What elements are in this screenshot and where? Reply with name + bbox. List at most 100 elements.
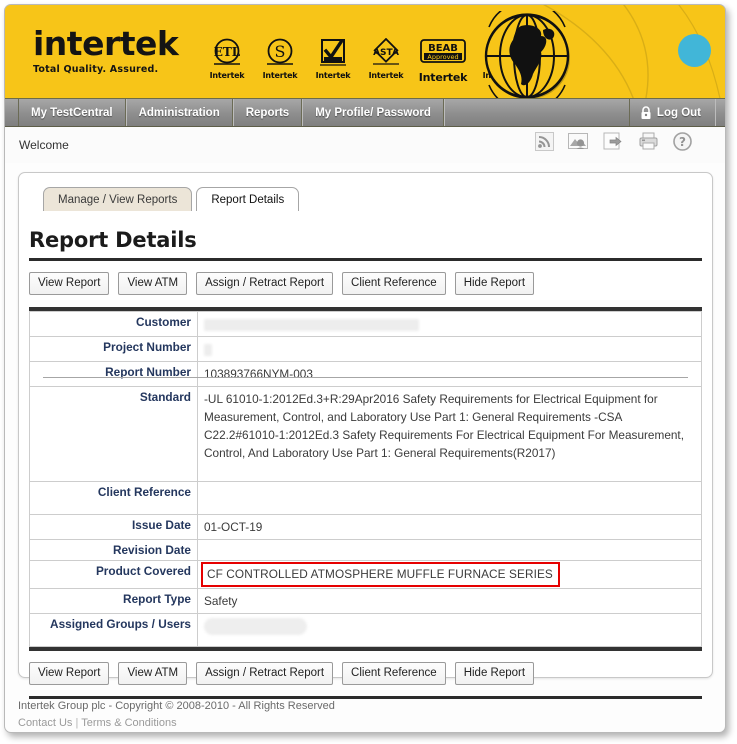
- contact-us-link[interactable]: Contact Us: [18, 717, 72, 729]
- label-assigned-groups-users: Assigned Groups / Users: [30, 614, 198, 647]
- footer-links: Contact Us | Terms & Conditions: [18, 715, 335, 732]
- view-report-button[interactable]: View Report: [29, 272, 109, 295]
- value-assigned-groups-users: [198, 614, 702, 647]
- site-banner: intertek Total Quality. Assured. ETL Int…: [5, 5, 725, 99]
- logo-wordmark: intertek: [33, 27, 178, 61]
- image-contact-icon[interactable]: [568, 132, 589, 151]
- nav-item-administration[interactable]: Administration: [126, 99, 233, 126]
- table-row-product-covered: Product Covered CF CONTROLLED ATMOSPHERE…: [30, 561, 702, 589]
- table-row-assigned-groups: Assigned Groups / Users: [30, 614, 702, 647]
- value-project-number: [198, 337, 702, 362]
- s-mark-icon: S: [258, 36, 302, 70]
- application-page: intertek Total Quality. Assured. ETL Int…: [0, 0, 737, 744]
- tab-report-details[interactable]: Report Details: [196, 187, 299, 211]
- etl-mark-icon: ETL: [205, 36, 249, 70]
- cert-mark-label: Intertek: [364, 71, 408, 80]
- footer-copyright: Intertek Group plc - Copyright © 2008-20…: [18, 698, 335, 715]
- redacted-value: [204, 319, 419, 331]
- rss-feed-icon[interactable]: [535, 132, 554, 151]
- label-revision-date: Revision Date: [30, 540, 198, 561]
- table-row-report-type: Report Type Safety: [30, 589, 702, 614]
- view-report-button-bottom[interactable]: View Report: [29, 662, 109, 685]
- report-details-table: Customer Project Number Report Number 10…: [29, 311, 702, 647]
- label-report-type: Report Type: [30, 589, 198, 614]
- assign-retract-report-button-bottom[interactable]: Assign / Retract Report: [196, 662, 333, 685]
- welcome-bar: Welcome: [5, 127, 725, 163]
- cert-mark-s: S Intertek: [258, 36, 302, 80]
- nav-item-my-profile-password[interactable]: My Profile/ Password: [302, 99, 444, 126]
- client-reference-button[interactable]: Client Reference: [342, 272, 446, 295]
- label-project-number: Project Number: [30, 337, 198, 362]
- intertek-logo[interactable]: intertek Total Quality. Assured.: [33, 27, 178, 75]
- beab-approved-icon: BEAB Approved: [417, 36, 469, 70]
- title-divider: [29, 258, 702, 261]
- nav-spacer: [444, 99, 629, 126]
- label-customer: Customer: [30, 312, 198, 337]
- nav-item-my-testcentral[interactable]: My TestCentral: [18, 99, 126, 126]
- cert-mark-asta: ASTA Intertek: [364, 36, 408, 80]
- value-issue-date: 01-OCT-19: [198, 515, 702, 540]
- cert-mark-label: Intertek: [258, 71, 302, 80]
- view-atm-button[interactable]: View ATM: [118, 272, 187, 295]
- value-revision-date: [198, 540, 702, 561]
- logo-tagline: Total Quality. Assured.: [33, 64, 178, 75]
- label-report-number: Report Number: [30, 362, 198, 387]
- product-covered-highlight: CF CONTROLLED ATMOSPHERE MUFFLE FURNACE …: [201, 562, 560, 587]
- label-issue-date: Issue Date: [30, 515, 198, 540]
- content-card: Manage / View Reports Report Details Rep…: [18, 172, 713, 678]
- export-icon[interactable]: [603, 132, 624, 151]
- table-bottom-divider: [29, 647, 702, 651]
- tab-underline: [43, 377, 688, 378]
- cert-mark-etl: ETL Intertek: [205, 36, 249, 80]
- page-title: Report Details: [29, 228, 712, 252]
- value-customer: [198, 312, 702, 337]
- label-client-reference: Client Reference: [30, 482, 198, 515]
- nav-item-reports[interactable]: Reports: [233, 99, 302, 126]
- table-row-issue-date: Issue Date 01-OCT-19: [30, 515, 702, 540]
- table-row-project-number: Project Number: [30, 337, 702, 362]
- lock-icon: [640, 106, 652, 120]
- help-icon[interactable]: ?: [673, 132, 692, 151]
- value-report-number: 103893766NYM-003: [198, 362, 702, 387]
- svg-text:?: ?: [679, 135, 686, 149]
- table-row-revision-date: Revision Date: [30, 540, 702, 561]
- action-buttons-top: View Report View ATM Assign / Retract Re…: [29, 272, 712, 295]
- hide-report-button[interactable]: Hide Report: [455, 272, 534, 295]
- cert-mark-label: Intertek: [205, 71, 249, 80]
- client-reference-button-bottom[interactable]: Client Reference: [342, 662, 446, 685]
- check-mark-icon: [311, 36, 355, 70]
- print-icon[interactable]: [638, 132, 659, 151]
- terms-conditions-link[interactable]: Terms & Conditions: [81, 717, 176, 729]
- svg-text:S: S: [275, 42, 286, 61]
- view-atm-button-bottom[interactable]: View ATM: [118, 662, 187, 685]
- table-row-client-reference: Client Reference: [30, 482, 702, 515]
- welcome-message: Welcome: [19, 138, 69, 152]
- value-product-covered: CF CONTROLLED ATMOSPHERE MUFFLE FURNACE …: [198, 561, 702, 589]
- welcome-toolbar: ?: [535, 132, 692, 151]
- logout-button[interactable]: Log Out: [629, 99, 716, 126]
- assign-retract-report-button[interactable]: Assign / Retract Report: [196, 272, 333, 295]
- main-navigation: My TestCentral Administration Reports My…: [5, 99, 725, 127]
- asta-diamond-icon: ASTA: [364, 36, 408, 70]
- action-buttons-bottom: View Report View ATM Assign / Retract Re…: [29, 662, 712, 685]
- browser-window: intertek Total Quality. Assured. ETL Int…: [4, 4, 726, 733]
- hide-report-button-bottom[interactable]: Hide Report: [455, 662, 534, 685]
- value-client-reference: [198, 482, 702, 515]
- globe-icon: [473, 11, 581, 99]
- tab-manage-view-reports[interactable]: Manage / View Reports: [43, 187, 192, 211]
- tab-bar: Manage / View Reports Report Details: [43, 187, 712, 211]
- cert-mark-label: Intertek: [417, 71, 469, 84]
- table-row-report-number: Report Number 103893766NYM-003: [30, 362, 702, 387]
- redacted-value: [204, 618, 307, 635]
- logout-label: Log Out: [657, 107, 701, 119]
- value-report-type: Safety: [198, 589, 702, 614]
- value-standard: -UL 61010-1:2012Ed.3+R:29Apr2016 Safety …: [198, 387, 702, 482]
- redacted-value: [204, 344, 212, 356]
- footer-separator: |: [75, 717, 78, 729]
- cert-mark-label: Intertek: [311, 71, 355, 80]
- label-product-covered: Product Covered: [30, 561, 198, 589]
- accent-dot: [678, 34, 711, 67]
- table-row-standard: Standard -UL 61010-1:2012Ed.3+R:29Apr201…: [30, 387, 702, 482]
- cert-mark-beab: BEAB Approved Intertek: [417, 36, 469, 84]
- table-row-customer: Customer: [30, 312, 702, 337]
